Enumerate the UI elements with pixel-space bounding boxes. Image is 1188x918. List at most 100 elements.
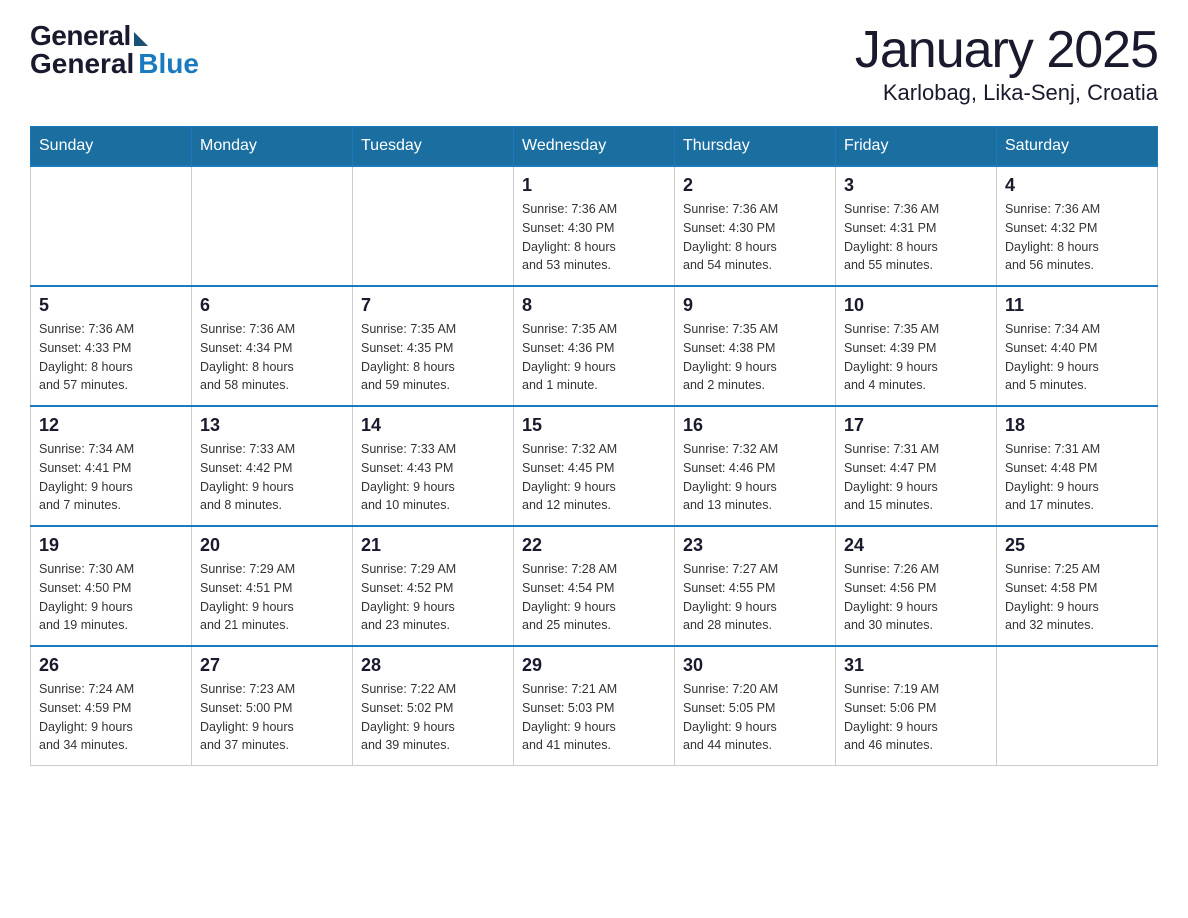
calendar-cell: 10Sunrise: 7:35 AM Sunset: 4:39 PM Dayli… bbox=[836, 286, 997, 406]
calendar-cell: 29 Sunrise: 7:21 AM Sunset: 5:03 PM Dayli… bbox=[514, 646, 675, 766]
week-row-3: 12 Sunrise: 7:34 AM Sunset: 4:41 PM Dayli… bbox=[31, 406, 1158, 526]
calendar-cell: 27Sunrise: 7:23 AM Sunset: 5:00 PM Dayli… bbox=[192, 646, 353, 766]
day-info: Sunrise: 7:26 AM Sunset: 4:56 PM Dayligh… bbox=[844, 560, 988, 635]
logo-arrow-icon bbox=[134, 32, 148, 46]
calendar-cell: 6 Sunrise: 7:36 AM Sunset: 4:34 PM Daylig… bbox=[192, 286, 353, 406]
calendar-cell: 31 Sunrise: 7:19 AM Sunset: 5:06 PM Dayli… bbox=[836, 646, 997, 766]
day-info: Sunrise: 7:32 AM Sunset: 4:45 PM Dayligh… bbox=[522, 440, 666, 515]
day-number: 13 bbox=[200, 415, 344, 436]
day-info: Sunrise: 7:35 AM Sunset: 4:38 PM Dayligh… bbox=[683, 320, 827, 395]
day-info: Sunrise: 7:31 AM Sunset: 4:47 PM Dayligh… bbox=[844, 440, 988, 515]
day-number: 20 bbox=[200, 535, 344, 556]
day-info: Sunrise: 7:35 AM Sunset: 4:35 PM Dayligh… bbox=[361, 320, 505, 395]
calendar-cell: 12 Sunrise: 7:34 AM Sunset: 4:41 PM Dayli… bbox=[31, 406, 192, 526]
calendar-cell: 28Sunrise: 7:22 AM Sunset: 5:02 PM Dayli… bbox=[353, 646, 514, 766]
calendar-cell: 14Sunrise: 7:33 AM Sunset: 4:43 PM Dayli… bbox=[353, 406, 514, 526]
day-number: 28 bbox=[361, 655, 505, 676]
calendar-header-row: SundayMondayTuesdayWednesdayThursdayFrid… bbox=[31, 127, 1158, 167]
day-number: 1 bbox=[522, 175, 666, 196]
week-row-5: 26 Sunrise: 7:24 AM Sunset: 4:59 PM Dayli… bbox=[31, 646, 1158, 766]
calendar-cell: 23 Sunrise: 7:27 AM Sunset: 4:55 PM Dayli… bbox=[675, 526, 836, 646]
logo-general-bottom: General bbox=[30, 48, 134, 80]
calendar-cell: 9Sunrise: 7:35 AM Sunset: 4:38 PM Daylig… bbox=[675, 286, 836, 406]
day-number: 5 bbox=[39, 295, 183, 316]
calendar-table: SundayMondayTuesdayWednesdayThursdayFrid… bbox=[30, 126, 1158, 766]
day-number: 21 bbox=[361, 535, 505, 556]
day-info: Sunrise: 7:36 AM Sunset: 4:31 PM Dayligh… bbox=[844, 200, 988, 275]
week-row-4: 19Sunrise: 7:30 AM Sunset: 4:50 PM Dayli… bbox=[31, 526, 1158, 646]
week-row-1: 1 Sunrise: 7:36 AM Sunset: 4:30 PM Daylig… bbox=[31, 166, 1158, 286]
calendar-cell: 4Sunrise: 7:36 AM Sunset: 4:32 PM Daylig… bbox=[997, 166, 1158, 286]
day-info: Sunrise: 7:27 AM Sunset: 4:55 PM Dayligh… bbox=[683, 560, 827, 635]
calendar-header-saturday: Saturday bbox=[997, 127, 1158, 167]
day-info: Sunrise: 7:28 AM Sunset: 4:54 PM Dayligh… bbox=[522, 560, 666, 635]
location-text: Karlobag, Lika-Senj, Croatia bbox=[855, 80, 1158, 106]
day-number: 3 bbox=[844, 175, 988, 196]
day-info: Sunrise: 7:33 AM Sunset: 4:43 PM Dayligh… bbox=[361, 440, 505, 515]
day-info: Sunrise: 7:21 AM Sunset: 5:03 PM Dayligh… bbox=[522, 680, 666, 755]
calendar-header-wednesday: Wednesday bbox=[514, 127, 675, 167]
calendar-cell: 18Sunrise: 7:31 AM Sunset: 4:48 PM Dayli… bbox=[997, 406, 1158, 526]
calendar-cell: 3 Sunrise: 7:36 AM Sunset: 4:31 PM Daylig… bbox=[836, 166, 997, 286]
day-number: 6 bbox=[200, 295, 344, 316]
title-block: January 2025 Karlobag, Lika-Senj, Croati… bbox=[855, 20, 1158, 106]
calendar-cell: 20 Sunrise: 7:29 AM Sunset: 4:51 PM Dayli… bbox=[192, 526, 353, 646]
day-info: Sunrise: 7:34 AM Sunset: 4:40 PM Dayligh… bbox=[1005, 320, 1149, 395]
day-number: 24 bbox=[844, 535, 988, 556]
day-number: 31 bbox=[844, 655, 988, 676]
calendar-cell: 22 Sunrise: 7:28 AM Sunset: 4:54 PM Dayli… bbox=[514, 526, 675, 646]
calendar-header-tuesday: Tuesday bbox=[353, 127, 514, 167]
day-info: Sunrise: 7:32 AM Sunset: 4:46 PM Dayligh… bbox=[683, 440, 827, 515]
calendar-cell: 17Sunrise: 7:31 AM Sunset: 4:47 PM Dayli… bbox=[836, 406, 997, 526]
day-info: Sunrise: 7:30 AM Sunset: 4:50 PM Dayligh… bbox=[39, 560, 183, 635]
day-number: 25 bbox=[1005, 535, 1149, 556]
day-info: Sunrise: 7:35 AM Sunset: 4:39 PM Dayligh… bbox=[844, 320, 988, 395]
calendar-cell: 24 Sunrise: 7:26 AM Sunset: 4:56 PM Dayli… bbox=[836, 526, 997, 646]
day-number: 4 bbox=[1005, 175, 1149, 196]
calendar-header-thursday: Thursday bbox=[675, 127, 836, 167]
day-info: Sunrise: 7:36 AM Sunset: 4:33 PM Dayligh… bbox=[39, 320, 183, 395]
calendar-cell: 2 Sunrise: 7:36 AM Sunset: 4:30 PM Daylig… bbox=[675, 166, 836, 286]
calendar-cell: 5 Sunrise: 7:36 AM Sunset: 4:33 PM Daylig… bbox=[31, 286, 192, 406]
calendar-cell bbox=[353, 166, 514, 286]
day-number: 29 bbox=[522, 655, 666, 676]
calendar-cell: 15Sunrise: 7:32 AM Sunset: 4:45 PM Dayli… bbox=[514, 406, 675, 526]
logo-blue-text: Blue bbox=[138, 48, 199, 80]
day-info: Sunrise: 7:24 AM Sunset: 4:59 PM Dayligh… bbox=[39, 680, 183, 755]
day-number: 8 bbox=[522, 295, 666, 316]
calendar-cell: 19Sunrise: 7:30 AM Sunset: 4:50 PM Dayli… bbox=[31, 526, 192, 646]
day-info: Sunrise: 7:19 AM Sunset: 5:06 PM Dayligh… bbox=[844, 680, 988, 755]
day-info: Sunrise: 7:31 AM Sunset: 4:48 PM Dayligh… bbox=[1005, 440, 1149, 515]
calendar-header-friday: Friday bbox=[836, 127, 997, 167]
day-number: 12 bbox=[39, 415, 183, 436]
day-number: 22 bbox=[522, 535, 666, 556]
day-info: Sunrise: 7:33 AM Sunset: 4:42 PM Dayligh… bbox=[200, 440, 344, 515]
day-info: Sunrise: 7:36 AM Sunset: 4:30 PM Dayligh… bbox=[522, 200, 666, 275]
day-info: Sunrise: 7:23 AM Sunset: 5:00 PM Dayligh… bbox=[200, 680, 344, 755]
day-info: Sunrise: 7:29 AM Sunset: 4:51 PM Dayligh… bbox=[200, 560, 344, 635]
calendar-cell: 21 Sunrise: 7:29 AM Sunset: 4:52 PM Dayli… bbox=[353, 526, 514, 646]
day-number: 11 bbox=[1005, 295, 1149, 316]
calendar-cell: 30 Sunrise: 7:20 AM Sunset: 5:05 PM Dayli… bbox=[675, 646, 836, 766]
day-number: 2 bbox=[683, 175, 827, 196]
day-number: 30 bbox=[683, 655, 827, 676]
calendar-cell: 16Sunrise: 7:32 AM Sunset: 4:46 PM Dayli… bbox=[675, 406, 836, 526]
day-info: Sunrise: 7:36 AM Sunset: 4:30 PM Dayligh… bbox=[683, 200, 827, 275]
calendar-header-monday: Monday bbox=[192, 127, 353, 167]
day-info: Sunrise: 7:36 AM Sunset: 4:34 PM Dayligh… bbox=[200, 320, 344, 395]
day-info: Sunrise: 7:29 AM Sunset: 4:52 PM Dayligh… bbox=[361, 560, 505, 635]
logo: General General Blue bbox=[30, 20, 199, 80]
day-info: Sunrise: 7:20 AM Sunset: 5:05 PM Dayligh… bbox=[683, 680, 827, 755]
day-info: Sunrise: 7:34 AM Sunset: 4:41 PM Dayligh… bbox=[39, 440, 183, 515]
day-number: 26 bbox=[39, 655, 183, 676]
calendar-cell bbox=[31, 166, 192, 286]
day-number: 7 bbox=[361, 295, 505, 316]
calendar-cell bbox=[192, 166, 353, 286]
page-header: General General Blue January 2025 Karlob… bbox=[30, 20, 1158, 106]
calendar-cell: 8Sunrise: 7:35 AM Sunset: 4:36 PM Daylig… bbox=[514, 286, 675, 406]
calendar-cell: 26 Sunrise: 7:24 AM Sunset: 4:59 PM Dayli… bbox=[31, 646, 192, 766]
week-row-2: 5 Sunrise: 7:36 AM Sunset: 4:33 PM Daylig… bbox=[31, 286, 1158, 406]
day-number: 23 bbox=[683, 535, 827, 556]
calendar-cell: 13 Sunrise: 7:33 AM Sunset: 4:42 PM Dayli… bbox=[192, 406, 353, 526]
calendar-cell: 25Sunrise: 7:25 AM Sunset: 4:58 PM Dayli… bbox=[997, 526, 1158, 646]
